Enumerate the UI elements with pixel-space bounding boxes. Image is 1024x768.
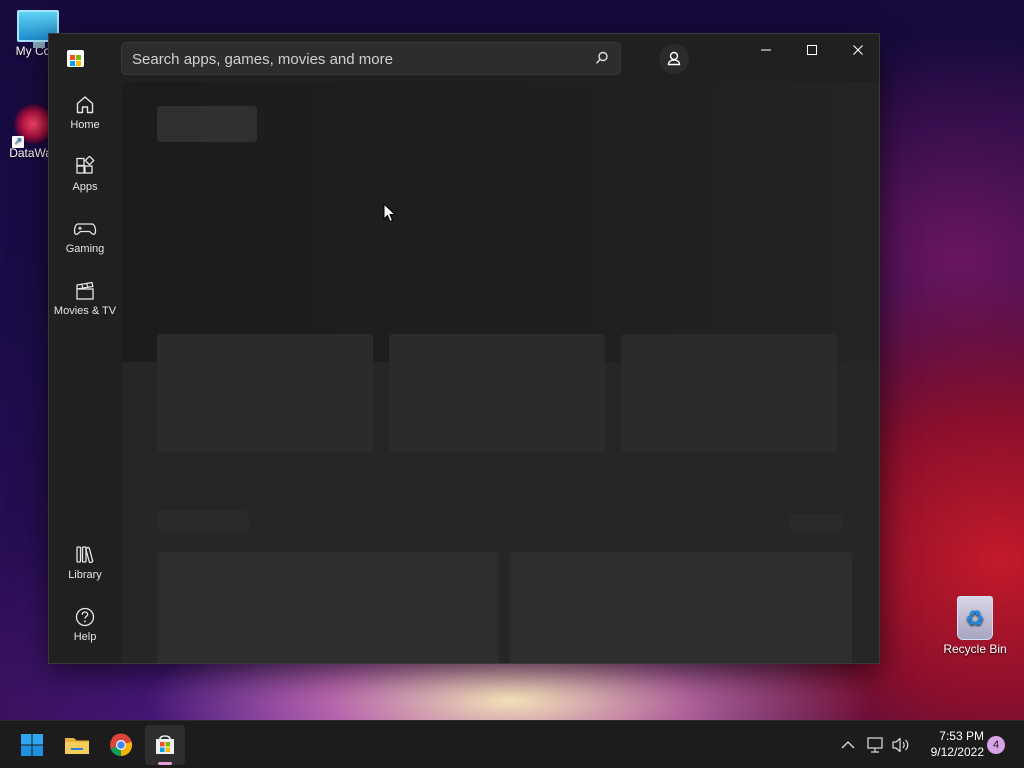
navigation-pane: Home Apps Gaming Movies & TV Library Hel… <box>49 82 121 663</box>
gamepad-icon <box>73 223 97 236</box>
person-icon <box>667 51 681 66</box>
start-button[interactable] <box>14 727 50 763</box>
minimize-button[interactable] <box>743 34 789 66</box>
store-logo-icon <box>67 50 84 67</box>
clock[interactable]: 7:53 PM 9/12/2022 <box>914 728 984 762</box>
nav-item-home[interactable]: Home <box>49 94 121 150</box>
nav-item-help[interactable]: Help <box>49 606 121 662</box>
nav-label: Home <box>70 119 100 131</box>
taskbar: 7:53 PM 9/12/2022 4 <box>0 720 1024 768</box>
desktop-icon-label: Recycle Bin <box>943 642 1007 656</box>
taskbar-chrome[interactable] <box>103 727 139 763</box>
store-bag-icon <box>156 735 174 754</box>
nav-label: Gaming <box>65 243 105 255</box>
maximize-icon <box>807 45 817 55</box>
volume-icon <box>892 737 909 753</box>
clock-time: 7:53 PM <box>939 729 984 743</box>
close-icon <box>853 45 863 55</box>
hero-card-placeholder <box>157 334 373 452</box>
library-icon <box>76 546 94 564</box>
search-input[interactable] <box>132 49 572 69</box>
network-icon <box>867 737 883 753</box>
account-button[interactable] <box>659 44 689 74</box>
nav-label: Apps <box>72 181 98 193</box>
nav-label: Movies & TV <box>53 305 117 317</box>
recycle-bin-icon: ♻ <box>957 596 993 640</box>
windows-logo-icon <box>21 734 43 756</box>
close-button[interactable] <box>835 34 879 66</box>
mouse-cursor-icon <box>383 203 397 223</box>
nav-item-movies-tv[interactable]: Movies & TV <box>49 280 121 336</box>
clapperboard-icon <box>76 281 94 300</box>
nav-item-apps[interactable]: Apps <box>49 156 121 212</box>
taskbar-microsoft-store[interactable] <box>145 725 185 765</box>
clock-date: 9/12/2022 <box>930 745 984 759</box>
help-icon <box>75 607 95 627</box>
apps-icon <box>76 156 95 174</box>
minimize-icon <box>761 49 771 51</box>
store-window: Home Apps Gaming <box>48 33 880 664</box>
nav-item-library[interactable]: Library <box>49 544 121 600</box>
card-placeholder <box>510 552 852 663</box>
nav-item-gaming[interactable]: Gaming <box>49 218 121 274</box>
search-icon[interactable] <box>594 50 610 66</box>
notification-count: 4 <box>992 739 1000 751</box>
see-all-placeholder <box>789 514 843 532</box>
nav-label: Library <box>68 569 102 581</box>
content-area <box>122 82 879 663</box>
volume-button[interactable] <box>890 735 912 755</box>
notification-badge[interactable]: 4 <box>987 736 1005 754</box>
search-box[interactable] <box>121 42 621 75</box>
title-bar <box>49 34 879 82</box>
desktop-icon-recycle-bin[interactable]: ♻ Recycle Bin <box>935 596 1015 656</box>
hero-card-placeholder <box>389 334 605 452</box>
home-icon <box>76 96 94 114</box>
hero-title-placeholder <box>157 106 257 142</box>
card-placeholder <box>157 552 499 663</box>
hero-card-placeholder <box>621 334 837 452</box>
folder-icon <box>65 738 89 754</box>
taskbar-file-explorer[interactable] <box>59 727 95 763</box>
chrome-icon <box>110 733 133 757</box>
nav-label: Help <box>73 631 97 643</box>
active-app-indicator <box>158 762 172 765</box>
section-title-placeholder <box>157 510 249 532</box>
chevron-up-icon <box>841 741 855 749</box>
maximize-button[interactable] <box>789 34 835 66</box>
network-button[interactable] <box>864 735 886 755</box>
show-hidden-icons-button[interactable] <box>838 735 858 755</box>
